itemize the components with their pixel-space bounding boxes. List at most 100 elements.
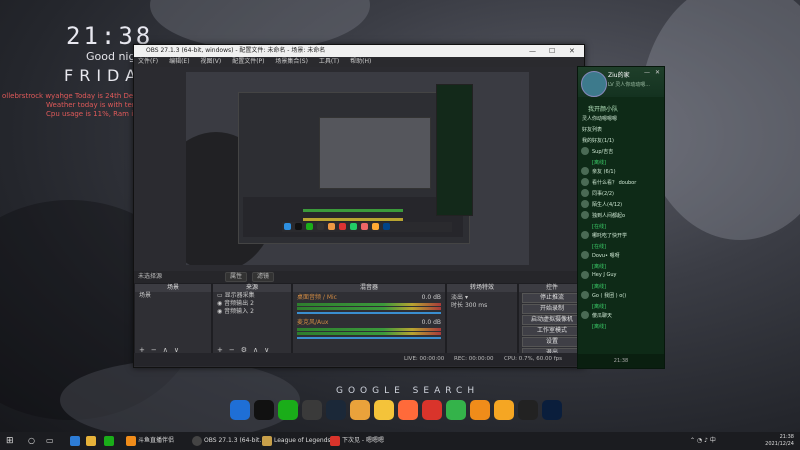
qq-list-item[interactable]: 看什么看？ doubor: [592, 179, 636, 186]
contact-avatar[interactable]: [581, 251, 589, 259]
contact-avatar[interactable]: [581, 271, 589, 279]
contact-avatar[interactable]: [581, 200, 589, 208]
volume-slider[interactable]: [297, 312, 441, 314]
qq-list-item[interactable]: 陌生人(4/12): [592, 201, 622, 208]
contact-avatar[interactable]: [581, 189, 589, 197]
obs-titlebar[interactable]: OBS 27.1.3 (64-bit, windows) - 配置文件: 未命名…: [134, 45, 584, 57]
capcut-icon[interactable]: [518, 400, 538, 420]
obs-icon[interactable]: [192, 436, 202, 446]
wechat-icon[interactable]: [104, 436, 114, 446]
contact-avatar[interactable]: [581, 178, 589, 186]
douyu-icon[interactable]: [126, 436, 136, 446]
scene-item[interactable]: 场景: [135, 292, 211, 300]
g-app-icon[interactable]: [350, 400, 370, 420]
qq-list-item[interactable]: Sup/吉吉: [592, 148, 613, 155]
avatar[interactable]: [581, 71, 607, 97]
lol-icon[interactable]: [262, 436, 272, 446]
taskbar-clock[interactable]: 21:38 2021/12/24: [765, 434, 794, 448]
obs-preview[interactable]: [186, 72, 529, 265]
filters-button[interactable]: 滤镜: [251, 272, 274, 282]
qq-list-item[interactable]: [离线]: [592, 303, 606, 310]
duration-field[interactable]: 时长 300 ms: [447, 302, 517, 310]
qq-list-item[interactable]: 傻瓜聊天: [592, 312, 612, 319]
obs-title: OBS 27.1.3 (64-bit, windows) - 配置文件: 未命名…: [146, 47, 326, 54]
qq-list-item[interactable]: 灵人你动嗯嗯嗯: [582, 115, 617, 122]
transition-select[interactable]: 淡出 ▾: [447, 294, 517, 302]
contact-avatar[interactable]: [581, 147, 589, 155]
close-icon[interactable]: ✕: [655, 69, 660, 76]
virtual-camera-button[interactable]: 启动虚拟摄像机: [522, 315, 582, 325]
contact-avatar[interactable]: [581, 211, 589, 219]
maximize-button[interactable]: ☐: [549, 45, 555, 57]
menu-profile[interactable]: 配置文件(P): [232, 58, 264, 65]
contact-avatar[interactable]: [581, 311, 589, 319]
contact-avatar[interactable]: [581, 291, 589, 299]
qq-window[interactable]: Ziu的家 LV 灵人你动动嗯... — ✕ 我开颜小队 灵人你动嗯嗯嗯 好友列表…: [577, 66, 665, 369]
menu-view[interactable]: 视图(V): [200, 58, 221, 65]
google-search-label[interactable]: GOOGLE SEARCH: [336, 386, 479, 396]
minimize-button[interactable]: —: [529, 45, 536, 57]
menu-edit[interactable]: 编辑(E): [169, 58, 189, 65]
taskbar-item-douyu[interactable]: 斗鱼直播伴侣: [138, 432, 174, 450]
qq-signature[interactable]: LV 灵人你动动嗯...: [608, 81, 650, 88]
netease-music-icon[interactable]: [330, 436, 340, 446]
system-tray-icons[interactable]: ⌃ ◔ ♪ 中: [690, 432, 716, 450]
qq-list-item[interactable]: 我的好友(1/1): [582, 137, 614, 144]
menu-file[interactable]: 文件(F): [138, 58, 158, 65]
qq-list-item[interactable]: [离线]: [592, 283, 606, 290]
stop-streaming-button[interactable]: 停止推流: [522, 293, 582, 303]
contact-avatar[interactable]: [581, 231, 589, 239]
qq-list-item[interactable]: 哪吒吃了快开学: [592, 232, 627, 239]
penguin-icon[interactable]: [254, 400, 274, 420]
qq-list-item[interactable]: 独到人间都起o: [592, 212, 625, 219]
obs-icon[interactable]: [302, 400, 322, 420]
lol-icon[interactable]: [446, 400, 466, 420]
qq-group-name[interactable]: 我开颜小队: [588, 104, 618, 113]
start-recording-button[interactable]: 开始录制: [522, 304, 582, 314]
task-view-icon[interactable]: ▭: [46, 432, 54, 450]
qq-list-item[interactable]: Go ( 我团 ) o(): [592, 292, 626, 299]
menu-help[interactable]: 帮助(H): [350, 58, 371, 65]
source-item[interactable]: ◉ 音频输出 2: [213, 300, 291, 308]
photoshop-icon[interactable]: [542, 400, 562, 420]
search-icon[interactable]: ○: [28, 432, 35, 450]
fox-icon[interactable]: [470, 400, 490, 420]
qq-list-item[interactable]: Dovu• 嗯呀: [592, 252, 620, 259]
qq-list-item[interactable]: [离线]: [592, 263, 606, 270]
hand-icon[interactable]: [494, 400, 514, 420]
steam-icon[interactable]: [326, 400, 346, 420]
desktop-info-line: Cpu usage is 11%, Ram is: [46, 110, 137, 118]
contact-avatar[interactable]: [581, 167, 589, 175]
taskbar-item-lol[interactable]: League of Legends: [274, 432, 331, 450]
wechat-icon[interactable]: [278, 400, 298, 420]
menu-tools[interactable]: 工具(T): [319, 58, 339, 65]
qq-list-item[interactable]: [离线]: [592, 159, 606, 166]
menu-scene-collection[interactable]: 场景集合(S): [275, 58, 308, 65]
cat-icon[interactable]: [398, 400, 418, 420]
qq-list-item[interactable]: [离线]: [592, 323, 606, 330]
qq-list-item[interactable]: [在线]: [592, 223, 606, 230]
taskbar-item-obs[interactable]: OBS 27.1.3 (64-bit...: [204, 432, 265, 450]
taskbar-item-music[interactable]: 下次见 - 嗯嗯嗯: [342, 432, 384, 450]
qq-list-item[interactable]: 同事(2/2): [592, 190, 614, 197]
qq-list-item[interactable]: 亲友 (6/1): [592, 168, 616, 175]
source-item[interactable]: ◉ 音频输入 2: [213, 308, 291, 316]
monitor-icon: ▭: [217, 292, 225, 299]
qq-list-item[interactable]: [在线]: [592, 243, 606, 250]
minimize-icon[interactable]: —: [644, 69, 650, 76]
qq-list-item[interactable]: 好友列表: [582, 126, 602, 133]
obs-window[interactable]: OBS 27.1.3 (64-bit, windows) - 配置文件: 未命名…: [133, 44, 586, 368]
close-button[interactable]: ✕: [569, 45, 575, 57]
windows-start-icon[interactable]: ⊞: [6, 432, 14, 450]
source-item[interactable]: ▭ 显示器采集: [213, 292, 291, 300]
edge-icon[interactable]: [70, 436, 80, 446]
properties-button[interactable]: 属性: [225, 272, 248, 282]
g-yellow-icon[interactable]: [374, 400, 394, 420]
studio-mode-button[interactable]: 工作室模式: [522, 326, 582, 336]
folder-icon[interactable]: [86, 436, 96, 446]
windows-icon[interactable]: [230, 400, 250, 420]
netease-icon[interactable]: [422, 400, 442, 420]
volume-slider[interactable]: [297, 337, 441, 339]
qq-list-item[interactable]: Hey J Guy: [592, 272, 616, 278]
settings-button[interactable]: 设置: [522, 337, 582, 347]
